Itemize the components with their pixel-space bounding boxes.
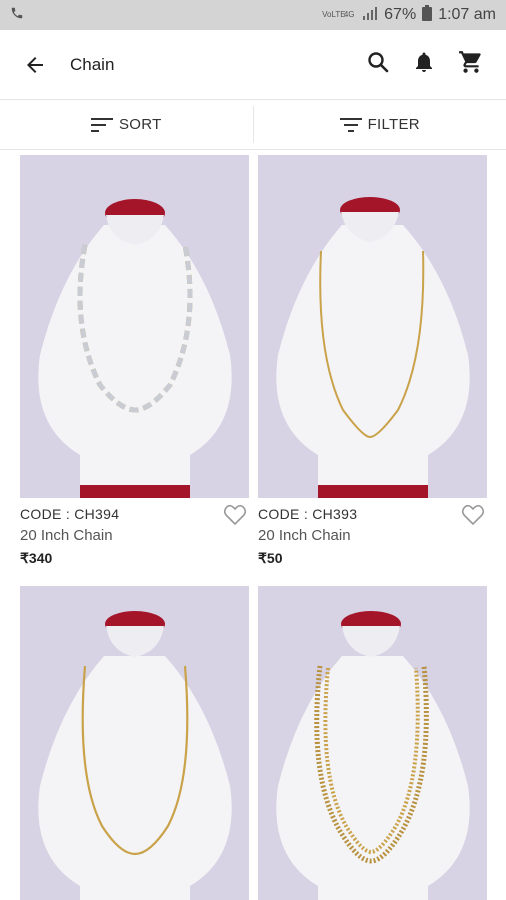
clock: 1:07 am [438,6,496,23]
wishlist-button[interactable] [223,504,247,531]
product-image[interactable] [20,155,249,498]
product-image[interactable] [258,586,487,900]
sort-filter-bar: SORT FILTER [0,100,506,150]
sort-button[interactable]: SORT [0,100,253,149]
product-card[interactable] [20,586,249,900]
product-card[interactable]: CODE : CH393 20 Inch Chain ₹50 [258,155,487,567]
product-image[interactable] [20,586,249,900]
sort-icon [90,117,113,132]
search-icon [368,52,389,73]
bell-icon [416,52,432,72]
network-type: 4G [343,10,355,19]
filter-label: FILTER [367,116,420,133]
product-image[interactable] [258,155,487,498]
app-bar: Chain [0,30,506,100]
wishlist-button[interactable] [461,504,485,531]
signal-icon [362,6,378,25]
arrow-back-icon [27,56,43,73]
battery-icon [422,4,433,26]
sort-label: SORT [118,116,162,133]
battery-percent: 67% [384,6,417,23]
page-title: Chain [70,54,115,74]
product-card[interactable] [258,586,487,900]
filter-button[interactable]: FILTER [254,100,506,149]
product-name: 20 Inch Chain [258,527,351,544]
status-bar: VoLTE 4G 67% 1:07 am [0,0,506,30]
cart-icon [459,51,481,73]
product-code: CODE : CH394 [20,506,120,522]
phone-icon [10,6,24,25]
product-price: ₹340 [20,550,53,566]
filter-icon [339,117,362,132]
heart-outline-icon [461,504,485,526]
back-button[interactable] [0,30,70,100]
notifications-button[interactable] [412,50,436,79]
product-price: ₹50 [258,550,283,566]
product-card[interactable]: CODE : CH394 20 Inch Chain ₹340 [20,155,249,567]
search-button[interactable] [366,50,390,79]
heart-outline-icon [223,504,247,526]
product-name: 20 Inch Chain [20,527,113,544]
product-code: CODE : CH393 [258,506,358,522]
volte-indicator: VoLTE [322,10,346,19]
cart-button[interactable] [458,49,484,80]
